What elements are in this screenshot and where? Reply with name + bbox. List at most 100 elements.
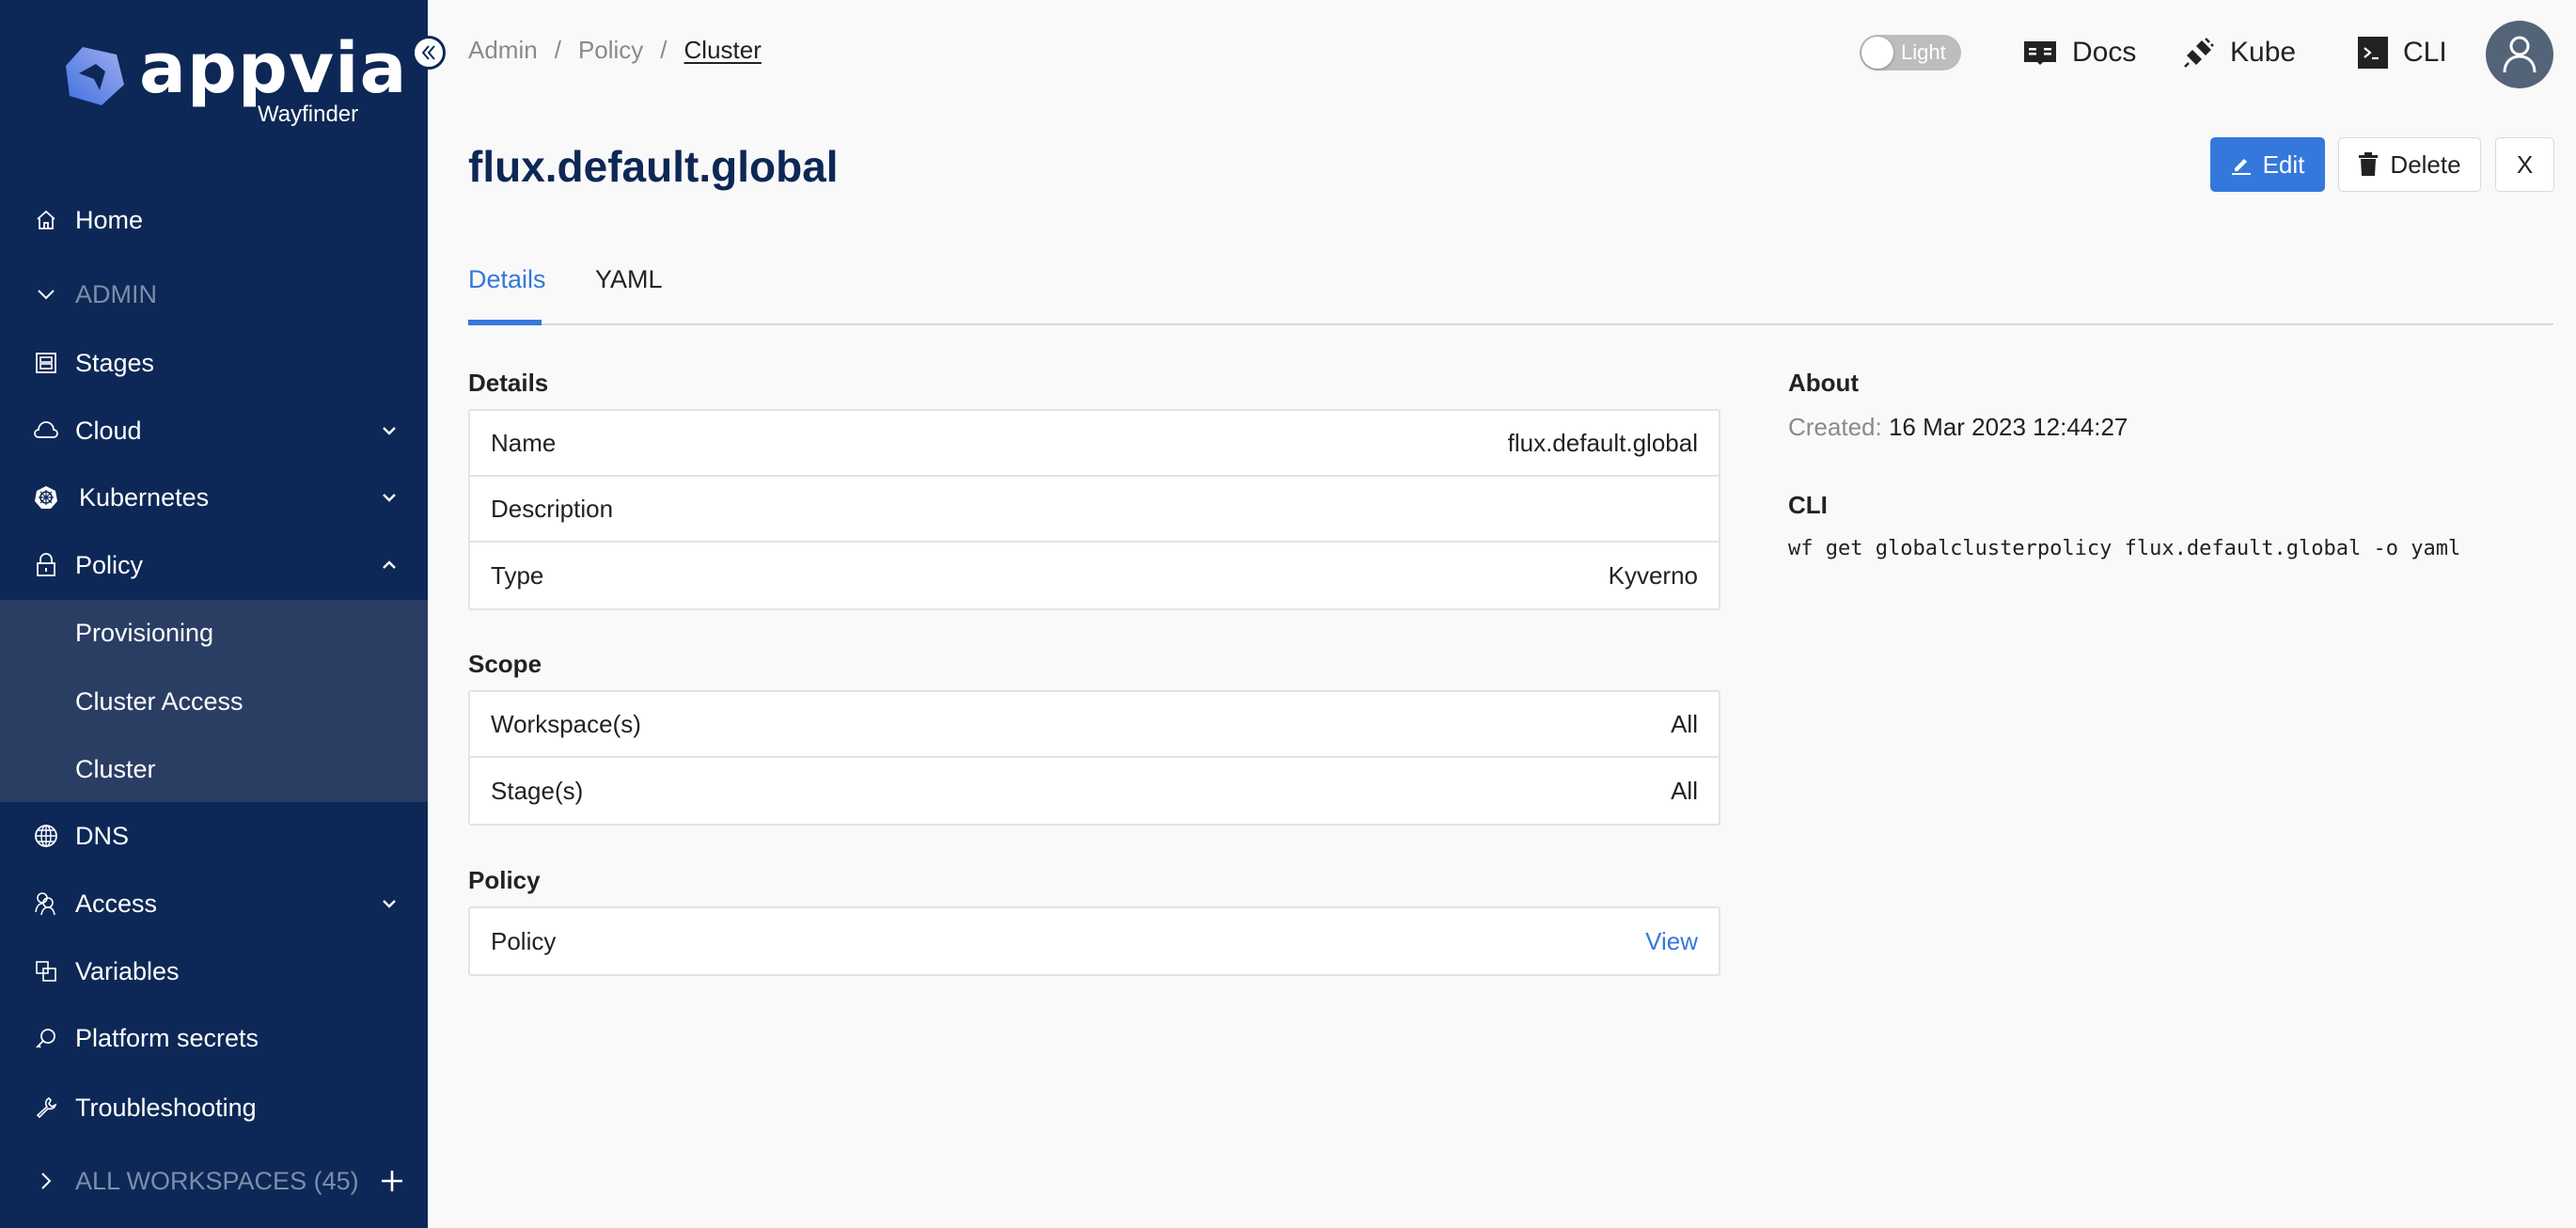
tab-yaml[interactable]: YAML [595,265,663,294]
brand-name: appvia [139,28,408,109]
globe-icon [34,824,58,848]
sidebar-item-label: Access [75,889,158,918]
sidebar-item-label: Variables [75,956,180,985]
tab-details[interactable]: Details [468,265,546,294]
sidebar: appvia Wayfinder Home ADMIN Stages Cloud… [0,0,446,1228]
sidebar-subitem-label: Provisioning [75,618,214,647]
sidebar-item-label: DNS [75,821,130,850]
detail-row-description: Description [470,477,1719,543]
view-policy-link[interactable]: View [1645,927,1698,956]
delete-label: Delete [2390,150,2461,179]
sidebar-section-label: ADMIN [75,279,157,308]
active-tab-indicator [468,320,542,325]
chevron-down-icon[interactable] [380,421,399,440]
docs-link[interactable]: Docs [2023,34,2136,71]
details-card: Name flux.default.global Description Typ… [468,409,1720,610]
kubernetes-icon [34,485,58,510]
page-title: flux.default.global [468,142,839,191]
sidebar-item-home[interactable]: Home [0,192,428,248]
policy-section-title: Policy [468,866,541,894]
sidebar-subitem-label: Cluster [75,754,156,783]
theme-toggle[interactable]: Light [1860,35,1961,71]
row-label: Description [491,494,614,523]
sidebar-subitem-provisioning[interactable]: Provisioning [0,605,428,661]
toggle-knob [1861,37,1893,69]
cli-label: CLI [2403,37,2447,68]
sidebar-subitem-cluster-access[interactable]: Cluster Access [0,673,428,730]
close-button[interactable]: X [2495,137,2554,192]
scope-row-workspaces: Workspace(s) All [470,692,1719,758]
sidebar-item-access[interactable]: Access [0,875,428,932]
collapse-sidebar-button[interactable] [412,36,446,70]
sidebar-section-all-workspaces[interactable]: ALL WORKSPACES (45) [0,1153,428,1209]
row-value: Kyverno [1608,560,1698,590]
sidebar-item-label: Cloud [75,416,142,445]
book-icon [2024,41,2056,65]
about-title: About [1788,369,1860,397]
plug-icon [2184,38,2214,68]
pencil-icon [2231,159,2251,175]
delete-button[interactable]: Delete [2338,137,2481,192]
policy-row: Policy View [470,908,1719,974]
cli-title: CLI [1788,491,1828,519]
row-label: Name [491,428,557,457]
kube-link[interactable]: Kube [2183,34,2296,71]
created-label: Created: [1788,413,1882,441]
sidebar-item-label: Troubleshooting [75,1093,257,1122]
sidebar-item-kubernetes[interactable]: Kubernetes [0,469,428,526]
details-section-title: Details [468,369,549,397]
chevron-down-icon [34,282,58,307]
scope-row-stages: Stage(s) All [470,758,1719,824]
row-label: Workspace(s) [491,709,641,738]
breadcrumb-separator: / [660,36,668,64]
breadcrumb-admin[interactable]: Admin [468,36,538,65]
theme-toggle-label: Light [1901,40,1946,64]
user-avatar[interactable] [2486,21,2553,88]
sidebar-subitem-label: Cluster Access [75,686,243,716]
sidebar-item-label: Home [75,205,144,234]
tab-bar: Details YAML [468,254,2553,325]
row-value: All [1671,776,1698,805]
row-value: flux.default.global [1507,428,1698,457]
sidebar-item-policy[interactable]: Policy [0,537,428,593]
scope-card: Workspace(s) All Stage(s) All [468,690,1720,826]
detail-row-type: Type Kyverno [470,543,1719,608]
cli-panel: CLI wf get globalclusterpolicy flux.defa… [1788,491,2460,560]
plus-icon[interactable] [380,1169,404,1193]
sidebar-subitem-cluster[interactable]: Cluster [0,741,428,797]
breadcrumb-policy[interactable]: Policy [578,36,643,65]
sidebar-item-troubleshooting[interactable]: Troubleshooting [0,1079,428,1136]
sidebar-item-dns[interactable]: DNS [0,808,428,864]
breadcrumb-cluster[interactable]: Cluster [684,36,762,65]
user-icon [2503,36,2537,73]
cli-link[interactable]: CLI [2358,34,2447,71]
created-line: Created: 16 Mar 2023 12:44:27 [1788,413,2128,442]
sidebar-item-label: Platform secrets [75,1023,259,1052]
about-panel: About Created: 16 Mar 2023 12:44:27 [1788,369,2128,442]
wrench-icon [34,1095,58,1120]
stages-icon [34,351,58,375]
sidebar-item-variables[interactable]: Variables [0,943,428,1000]
lock-icon [34,553,58,577]
home-icon [34,208,58,232]
sidebar-item-cloud[interactable]: Cloud [0,402,428,459]
chevron-down-icon[interactable] [380,894,399,913]
appvia-logo[interactable]: appvia Wayfinder [64,28,406,132]
edit-button[interactable]: Edit [2210,137,2325,192]
cli-command[interactable]: wf get globalclusterpolicy flux.default.… [1788,537,2460,560]
detail-row-name: Name flux.default.global [470,411,1719,477]
sidebar-item-stages[interactable]: Stages [0,335,428,391]
variables-icon [34,959,58,984]
scope-section-title: Scope [468,650,542,678]
chevron-down-icon[interactable] [380,488,399,507]
sidebar-item-platform-secrets[interactable]: Platform secrets [0,1010,428,1066]
sidebar-section-admin[interactable]: ADMIN [0,266,428,323]
users-icon [34,891,58,916]
trash-icon [2359,152,2379,176]
key-icon [34,1026,58,1050]
kube-label: Kube [2230,37,2297,68]
chevron-up-icon[interactable] [380,556,399,575]
row-label: Policy [491,926,557,955]
sidebar-item-label: Stages [75,348,155,377]
chevron-right-icon [34,1169,58,1193]
